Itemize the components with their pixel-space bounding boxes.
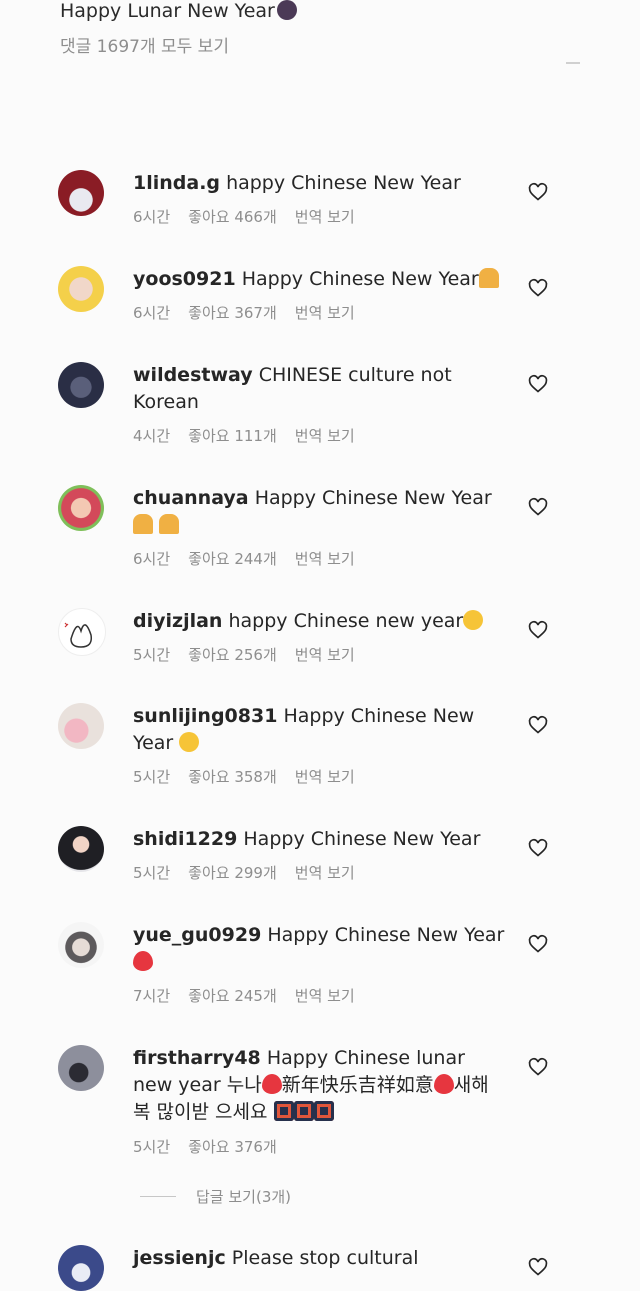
- comment-text: Happy Chinese New Year: [241, 268, 479, 290]
- comment-username[interactable]: sunlijing0831: [133, 705, 277, 727]
- avatar[interactable]: [58, 1045, 104, 1091]
- comment-likes[interactable]: 좋아요 111개: [188, 427, 277, 445]
- post-caption: Happy Lunar New Year: [60, 0, 297, 22]
- comment-username[interactable]: firstharry48: [133, 1047, 261, 1069]
- comment-time: 6시간: [133, 550, 171, 568]
- see-translation-link[interactable]: 번역 보기: [295, 864, 355, 882]
- comment-text-chinese: 新年快乐吉祥如意: [281, 1074, 434, 1096]
- comment-text: happy Chinese new year: [228, 610, 464, 632]
- comment-likes[interactable]: 좋아요 466개: [188, 208, 277, 226]
- heart-icon[interactable]: [528, 278, 548, 298]
- see-translation-link[interactable]: 번역 보기: [295, 646, 355, 664]
- replies-divider: [140, 1196, 176, 1197]
- see-translation-link[interactable]: 번역 보기: [295, 987, 355, 1005]
- comment-likes[interactable]: 좋아요 256개: [188, 646, 277, 664]
- avatar[interactable]: [58, 266, 104, 312]
- heart-icon[interactable]: [528, 182, 548, 202]
- comment-text: happy Chinese New Year: [226, 172, 461, 194]
- fireworks-emoji-icon: [313, 1101, 334, 1121]
- view-replies-link[interactable]: 답글 보기(3개): [140, 1186, 291, 1207]
- comment-time: 6시간: [133, 304, 171, 322]
- heart-icon[interactable]: [528, 715, 548, 735]
- view-replies-label: 답글 보기(3개): [196, 1188, 292, 1206]
- avatar[interactable]: [58, 922, 104, 968]
- comment-likes[interactable]: 좋아요 299개: [188, 864, 277, 882]
- avatar[interactable]: [58, 170, 104, 216]
- fireworks-emoji-icon: [293, 1101, 314, 1121]
- red-heart-emoji-icon: [133, 951, 153, 971]
- avatar[interactable]: [58, 1245, 104, 1291]
- faint-divider-right: [566, 62, 580, 68]
- avatar[interactable]: [58, 362, 104, 408]
- avatar[interactable]: [58, 826, 104, 872]
- heart-icon[interactable]: [528, 1257, 548, 1277]
- see-translation-link[interactable]: 번역 보기: [295, 427, 355, 445]
- view-all-comments-link[interactable]: 댓글 1697개 모두 보기: [60, 32, 229, 57]
- comment-username[interactable]: 1linda.g: [133, 172, 220, 194]
- comment-likes[interactable]: 좋아요 376개: [188, 1138, 277, 1156]
- comment-text: Happy Chinese New Year: [243, 828, 481, 850]
- see-translation-link[interactable]: 번역 보기: [295, 550, 355, 568]
- comment-likes[interactable]: 좋아요 358개: [188, 768, 277, 786]
- comment-time: 7시간: [133, 987, 171, 1005]
- comment-text: Please stop cultural: [231, 1247, 419, 1269]
- comment-time: 5시간: [133, 864, 171, 882]
- fireworks-emoji-icon: [273, 1101, 294, 1121]
- see-translation-link[interactable]: 번역 보기: [295, 208, 355, 226]
- comment-username[interactable]: chuannaya: [133, 487, 249, 509]
- avatar[interactable]: [58, 485, 104, 531]
- faint-divider: [160, 62, 325, 68]
- comment-username[interactable]: shidi1229: [133, 828, 237, 850]
- comment-username[interactable]: jessienjc: [133, 1247, 226, 1269]
- comment-username[interactable]: diyizjlan: [133, 610, 222, 632]
- heart-icon[interactable]: [528, 374, 548, 394]
- heart-eyes-emoji-icon: [179, 732, 200, 752]
- comment-time: 5시간: [133, 1138, 171, 1156]
- avatar[interactable]: [58, 608, 106, 656]
- red-heart-emoji-icon: [433, 1074, 454, 1094]
- heart-icon[interactable]: [528, 620, 548, 640]
- comment-time: 5시간: [133, 646, 171, 664]
- comment-likes[interactable]: 좋아요 245개: [188, 987, 277, 1005]
- clapping-hands-emoji-icon: [159, 514, 180, 534]
- comment-time: 4시간: [133, 427, 171, 445]
- comment-text: Happy Chinese New Year: [254, 487, 492, 509]
- heart-icon[interactable]: [528, 838, 548, 858]
- see-translation-link[interactable]: 번역 보기: [295, 768, 355, 786]
- avatar[interactable]: [58, 703, 104, 749]
- comment-username[interactable]: yoos0921: [133, 268, 236, 290]
- comment-text: Happy Chinese New Year: [267, 924, 505, 946]
- see-translation-link[interactable]: 번역 보기: [295, 304, 355, 322]
- comment-time: 6시간: [133, 208, 171, 226]
- red-heart-emoji-icon: [261, 1074, 282, 1094]
- bunny-sketch-icon: [64, 622, 93, 648]
- heart-icon[interactable]: [528, 1057, 548, 1077]
- clapping-hands-emoji-icon: [133, 514, 153, 534]
- comment-username[interactable]: wildestway: [133, 364, 253, 386]
- heart-icon[interactable]: [528, 497, 548, 517]
- praying-hands-emoji-icon: [478, 268, 499, 288]
- comment-likes[interactable]: 좋아요 244개: [188, 550, 277, 568]
- girl-emoji-icon: [276, 0, 297, 20]
- comment-likes[interactable]: 좋아요 367개: [188, 304, 277, 322]
- comment-time: 5시간: [133, 768, 171, 786]
- heart-icon[interactable]: [528, 934, 548, 954]
- comment-username[interactable]: yue_gu0929: [133, 924, 261, 946]
- heart-eyes-emoji-icon: [463, 610, 484, 630]
